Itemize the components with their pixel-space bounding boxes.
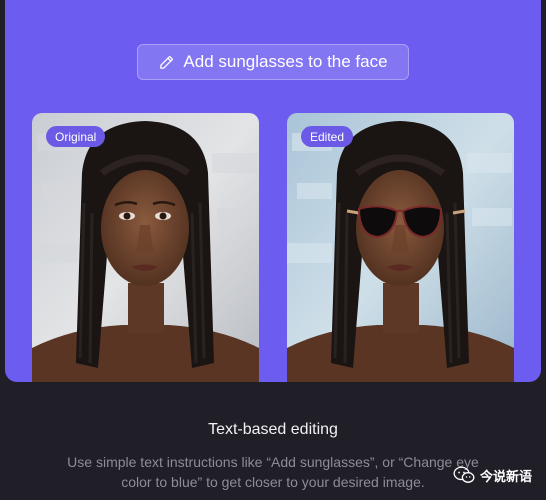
pencil-icon [160,55,174,69]
edited-photo: Edited [287,113,514,382]
feature-description: Use simple text instructions like “Add s… [67,454,479,490]
feature-title: Text-based editing [208,421,338,438]
hero-panel: Add sunglasses to the face Original Edit… [5,0,541,382]
prompt-pill: Add sunglasses to the face [137,44,409,80]
wechat-icon [453,466,475,483]
prompt-text: Add sunglasses to the face [183,52,388,71]
edited-badge: Edited [301,126,354,147]
watermark-text: 今说新语 [479,468,532,484]
watermark: 今说新语 [453,464,532,486]
original-badge: Original [46,126,106,147]
portrait-image [32,113,259,382]
portrait-with-sunglasses-image [287,113,514,382]
original-photo: Original [32,113,259,382]
